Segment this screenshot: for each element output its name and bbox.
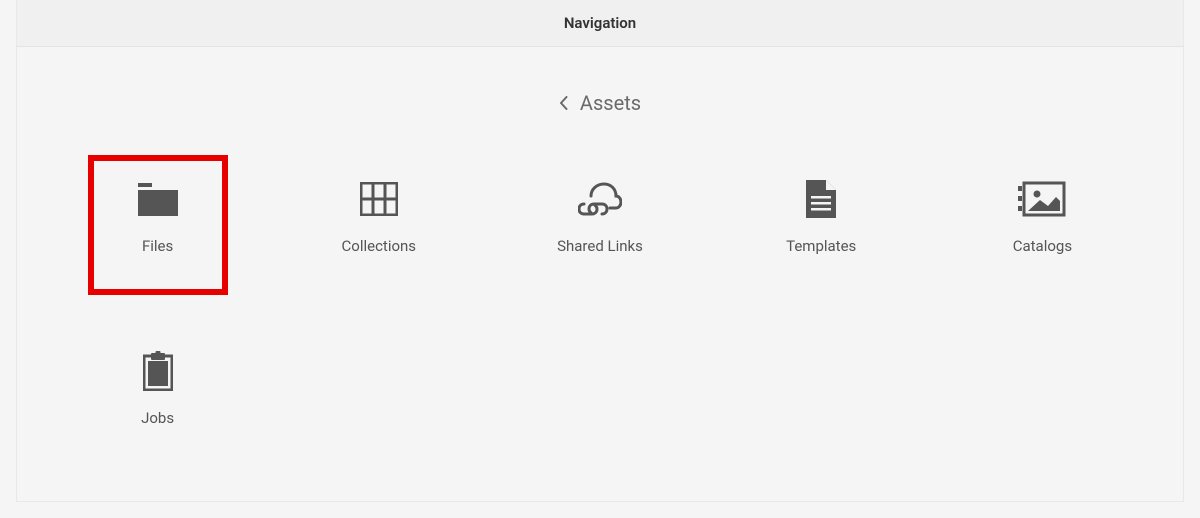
image-catalog-icon [1018,179,1066,219]
tile-label: Shared Links [557,237,643,255]
tile-label: Templates [786,237,856,255]
tile-collections[interactable]: Collections [268,161,489,273]
breadcrumb-label: Assets [580,91,641,115]
document-icon [806,179,836,219]
folder-icon [136,179,180,219]
tile-templates[interactable]: Templates [711,161,932,273]
tile-label: Files [142,237,173,255]
tile-label: Catalogs [1013,237,1072,255]
clipboard-icon [143,351,173,391]
tile-catalogs[interactable]: Catalogs [932,161,1153,273]
header-title: Navigation [564,14,636,32]
breadcrumb-back[interactable]: Assets [17,91,1183,115]
tiles-grid: Files Collections [17,115,1183,445]
tile-label: Jobs [141,409,174,427]
tile-files[interactable]: Files [47,161,268,273]
tile-label: Collections [342,237,417,255]
navigation-header: Navigation [17,0,1183,47]
highlight-box [88,155,228,295]
link-cloud-icon [578,179,622,219]
tile-jobs[interactable]: Jobs [47,333,268,445]
chevron-left-icon [559,96,568,110]
tile-shared-links[interactable]: Shared Links [489,161,710,273]
grid-icon [360,179,398,219]
